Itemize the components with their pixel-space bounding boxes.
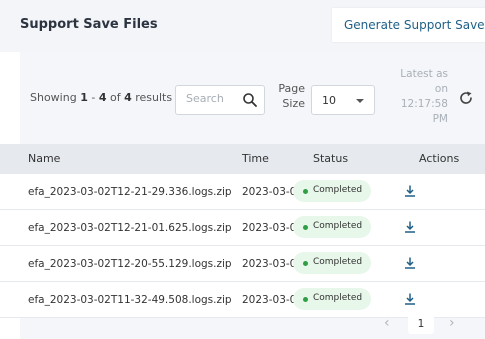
status-badge: Completed — [293, 288, 371, 310]
file-name: efa_2023-03-02T11-32-49.508.logs.zip — [28, 294, 232, 306]
next-page-button[interactable]: › — [449, 315, 455, 331]
generate-support-save-button[interactable]: Generate Support Save — [332, 8, 485, 42]
column-header-name[interactable]: Name — [28, 152, 60, 165]
page-size-value: 10 — [322, 94, 336, 107]
refresh-icon[interactable] — [458, 90, 474, 106]
table-header: Name Time Status Actions — [0, 144, 485, 174]
status-badge: Completed — [293, 216, 371, 238]
table-toolbar: Showing 1 - 4 of 4 results Page Size 10 … — [20, 52, 485, 144]
table-row: efa_2023-03-02T12-21-01.625.logs.zip 202… — [0, 210, 485, 246]
download-icon[interactable] — [403, 292, 417, 306]
column-header-actions: Actions — [419, 152, 460, 165]
page-header: Support Save Files Generate Support Save — [0, 0, 485, 52]
column-header-status[interactable]: Status — [313, 152, 348, 165]
download-icon[interactable] — [403, 220, 417, 234]
file-name: efa_2023-03-02T12-20-55.129.logs.zip — [28, 258, 232, 270]
download-icon[interactable] — [403, 184, 417, 198]
status-dot — [303, 261, 308, 266]
status-dot — [303, 189, 308, 194]
results-summary: Showing 1 - 4 of 4 results — [30, 91, 173, 104]
search-input[interactable] — [186, 92, 236, 105]
search-box[interactable] — [175, 85, 265, 115]
table-row: efa_2023-03-02T12-21-29.336.logs.zip 202… — [0, 174, 485, 210]
pagination: ‹ 1 › — [20, 310, 485, 339]
current-page-button[interactable]: 1 — [408, 314, 434, 334]
column-header-time[interactable]: Time — [242, 152, 269, 165]
previous-page-button[interactable]: ‹ — [384, 315, 390, 331]
file-name: efa_2023-03-02T12-21-29.336.logs.zip — [28, 186, 232, 198]
page-size-select[interactable]: 10 — [311, 85, 375, 115]
last-updated-text: Latest as on 12:17:58 PM — [400, 68, 448, 125]
chevron-down-icon — [356, 99, 364, 103]
search-icon[interactable] — [242, 92, 258, 108]
status-badge: Completed — [293, 180, 371, 202]
table-row: efa_2023-03-02T12-20-55.129.logs.zip 202… — [0, 246, 485, 282]
file-name: efa_2023-03-02T12-21-01.625.logs.zip — [28, 222, 232, 234]
download-icon[interactable] — [403, 256, 417, 270]
page-size-label: Page Size — [278, 82, 305, 110]
status-dot — [303, 225, 308, 230]
status-badge: Completed — [293, 252, 371, 274]
support-save-card: Showing 1 - 4 of 4 results Page Size 10 … — [0, 52, 485, 339]
page-title: Support Save Files — [20, 17, 158, 32]
status-dot — [303, 297, 308, 302]
